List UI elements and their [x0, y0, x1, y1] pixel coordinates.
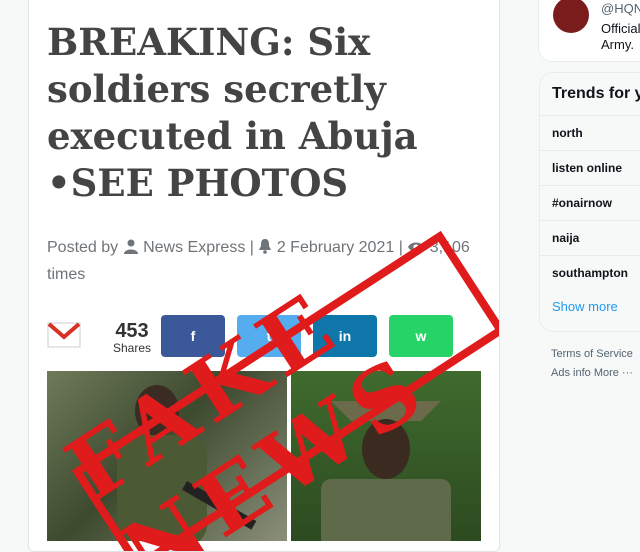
- user-icon: [123, 237, 139, 262]
- trend-item[interactable]: listen online: [540, 150, 640, 186]
- facebook-share-button[interactable]: f: [161, 315, 225, 357]
- twitter-share-button[interactable]: t: [237, 315, 301, 357]
- linkedin-share-button[interactable]: in: [313, 315, 377, 357]
- sidebar-footer: Terms of Service Ads info More ···: [551, 345, 640, 383]
- ads-info-link[interactable]: Ads info: [551, 367, 591, 379]
- trends-panel: Trends for you north listen online #onai…: [539, 72, 640, 332]
- eye-icon: [407, 237, 425, 262]
- profile-handle: @HQN: [601, 1, 640, 16]
- profile-bio: Official Army.: [601, 21, 640, 52]
- trend-item[interactable]: southampton: [540, 255, 640, 291]
- soldier-photo-right: [291, 371, 481, 541]
- terms-link[interactable]: Terms of Service: [551, 345, 640, 364]
- article-card: BREAKING: Six soldiers secretly executed…: [28, 0, 500, 552]
- soldier-photo-left: [47, 371, 287, 541]
- article-date: 2 February 2021: [276, 239, 395, 256]
- trend-item[interactable]: naija: [540, 220, 640, 256]
- view-count: 3,106: [429, 239, 470, 256]
- bell-icon: [258, 237, 272, 262]
- show-more-link[interactable]: Show more: [552, 299, 618, 314]
- posted-by-label: Posted by: [47, 239, 119, 256]
- trends-title: Trends for you: [552, 85, 640, 102]
- trend-item[interactable]: north: [540, 115, 640, 151]
- article-headline: BREAKING: Six soldiers secretly executed…: [47, 20, 418, 205]
- share-label: Shares: [112, 341, 152, 355]
- article-meta: Posted by News Express | 2 February 2021…: [47, 237, 470, 283]
- share-counter: 453 Shares: [107, 321, 157, 355]
- avatar: [553, 0, 589, 33]
- more-link[interactable]: More ···: [594, 367, 633, 379]
- whatsapp-share-button[interactable]: w: [389, 315, 453, 357]
- trend-item[interactable]: #onairnow: [540, 185, 640, 221]
- author-link[interactable]: News Express: [143, 239, 245, 256]
- views-suffix: times: [47, 266, 86, 283]
- gmail-share-icon[interactable]: [47, 321, 81, 349]
- share-count: 453: [115, 320, 149, 342]
- profile-card[interactable]: @HQN Official Army.: [538, 0, 640, 62]
